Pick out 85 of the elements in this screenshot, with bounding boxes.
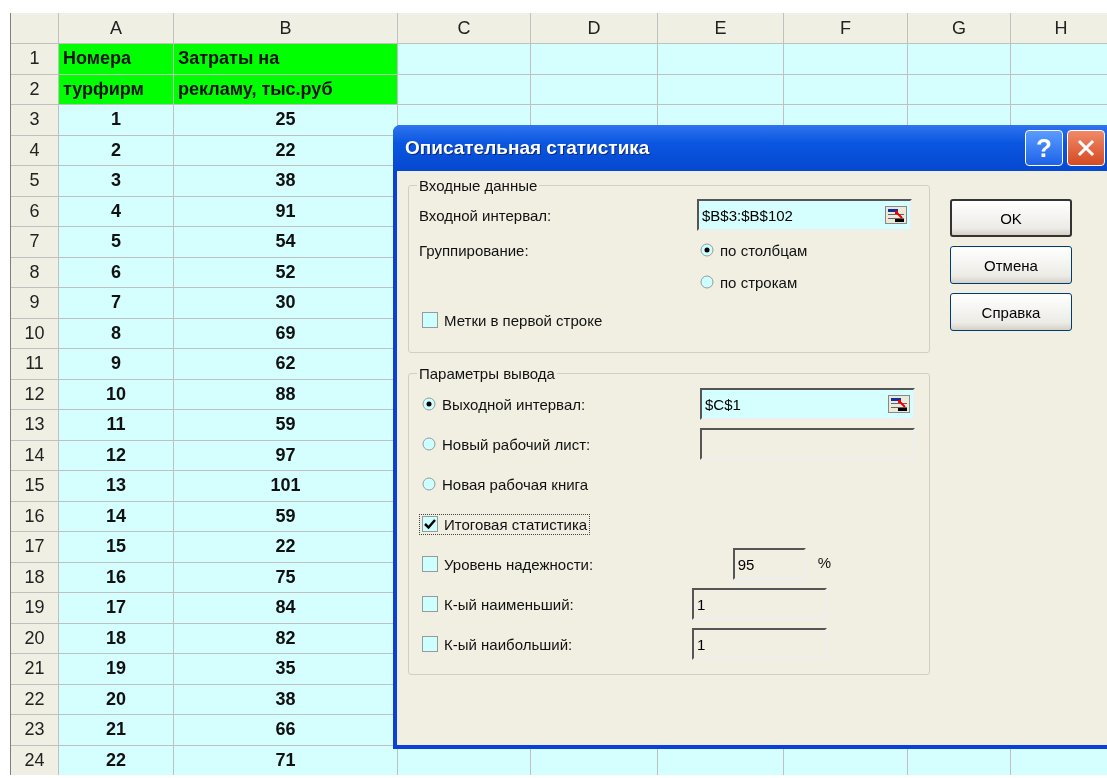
- table-cell: 5: [59, 227, 173, 257]
- table-cell: 21: [59, 715, 173, 745]
- close-icon: [1075, 137, 1097, 159]
- table-cell: 12: [59, 440, 173, 470]
- table-cell: 6: [59, 257, 173, 287]
- group-title: Параметры вывода: [418, 365, 556, 382]
- row-header[interactable]: 6: [11, 196, 58, 226]
- table-cell: рекламу, тыс.руб: [174, 74, 397, 104]
- row-header[interactable]: 14: [11, 440, 58, 470]
- row-header[interactable]: 8: [11, 257, 58, 287]
- row-header[interactable]: 4: [11, 135, 58, 165]
- row-header[interactable]: 16: [11, 501, 58, 531]
- row-header[interactable]: 5: [11, 166, 58, 196]
- table-cell: 11: [59, 410, 173, 440]
- row-header[interactable]: 15: [11, 471, 58, 501]
- dialog-button[interactable]: Справка: [950, 293, 1072, 331]
- table-cell: 18: [59, 623, 173, 653]
- table-cell: 10: [59, 379, 173, 409]
- column-header[interactable]: A: [59, 13, 173, 43]
- row-header[interactable]: 7: [11, 227, 58, 257]
- dialog-button[interactable]: OK: [950, 199, 1072, 237]
- column-header[interactable]: G: [908, 13, 1010, 43]
- row-header[interactable]: 3: [11, 105, 58, 135]
- column-header[interactable]: C: [398, 13, 530, 43]
- table-cell: 22: [59, 745, 173, 775]
- radio-button[interactable]: Новый рабочий лист:: [419, 433, 693, 455]
- table-cell: 19: [59, 654, 173, 684]
- table-cell: 15: [59, 532, 173, 562]
- collapse-range-icon[interactable]: [888, 395, 910, 413]
- table-cell: 17: [59, 593, 173, 623]
- table-cell: 7: [59, 288, 173, 318]
- row-header[interactable]: 13: [11, 410, 58, 440]
- row-header[interactable]: 9: [11, 288, 58, 318]
- group-title: Входные данные: [418, 177, 539, 194]
- table-cell: турфирм: [59, 74, 173, 104]
- row-header[interactable]: 12: [11, 379, 58, 409]
- table-cell: 71: [174, 745, 397, 775]
- table-cell: 9: [59, 349, 173, 379]
- row-header[interactable]: 18: [11, 562, 58, 592]
- checkbox[interactable]: Уровень надежности:: [419, 553, 597, 575]
- input-field[interactable]: $C$1: [700, 388, 915, 420]
- table-cell: 2: [59, 135, 173, 165]
- radio-button[interactable]: по строкам: [697, 271, 801, 293]
- column-header[interactable]: D: [531, 13, 657, 43]
- row-header[interactable]: 2: [11, 74, 58, 104]
- column-header[interactable]: E: [658, 13, 783, 43]
- unit-label: %: [817, 553, 831, 571]
- table-cell: 1: [59, 105, 173, 135]
- dialog-button[interactable]: Отмена: [950, 246, 1072, 284]
- input-field[interactable]: $B$3:$B$102: [697, 199, 912, 231]
- table-cell: 16: [59, 562, 173, 592]
- row-header[interactable]: 20: [11, 623, 58, 653]
- table-cell: 3: [59, 166, 173, 196]
- checkbox[interactable]: Метки в первой строке: [419, 309, 606, 331]
- row-header[interactable]: 24: [11, 745, 58, 775]
- radio-button[interactable]: по столбцам: [697, 239, 811, 261]
- checkbox[interactable]: К-ый наименьший:: [419, 593, 577, 615]
- row-header[interactable]: 1: [11, 44, 58, 74]
- radio-button[interactable]: Выходной интервал:: [419, 393, 693, 415]
- table-cell: 14: [59, 501, 173, 531]
- column-header[interactable]: H: [1011, 13, 1107, 43]
- row-header[interactable]: 11: [11, 349, 58, 379]
- field-label: Группирование:: [419, 241, 530, 259]
- row-header[interactable]: 23: [11, 715, 58, 745]
- column-header[interactable]: F: [784, 13, 907, 43]
- field-label: Входной интервал:: [419, 206, 553, 224]
- table-cell: 20: [59, 684, 173, 714]
- table-cell: 13: [59, 471, 173, 501]
- radio-button[interactable]: Новая рабочая книга: [419, 473, 693, 495]
- row-header[interactable]: 19: [11, 593, 58, 623]
- column-header[interactable]: B: [174, 13, 397, 43]
- row-header[interactable]: 22: [11, 684, 58, 714]
- table-cell: 4: [59, 196, 173, 226]
- row-header[interactable]: 21: [11, 654, 58, 684]
- table-cell: Затраты на: [174, 44, 397, 74]
- collapse-range-icon[interactable]: [885, 206, 907, 224]
- table-cell: 25: [174, 105, 397, 135]
- checkbox[interactable]: К-ый наибольший:: [419, 633, 576, 655]
- checkbox[interactable]: Итоговая статистика: [419, 513, 591, 535]
- table-cell: Номера: [59, 44, 173, 74]
- close-button[interactable]: [1067, 130, 1105, 166]
- row-header[interactable]: 17: [11, 532, 58, 562]
- dialog-title: Описательная статистика: [405, 137, 651, 159]
- table-cell: 8: [59, 318, 173, 348]
- row-header[interactable]: 10: [11, 318, 58, 348]
